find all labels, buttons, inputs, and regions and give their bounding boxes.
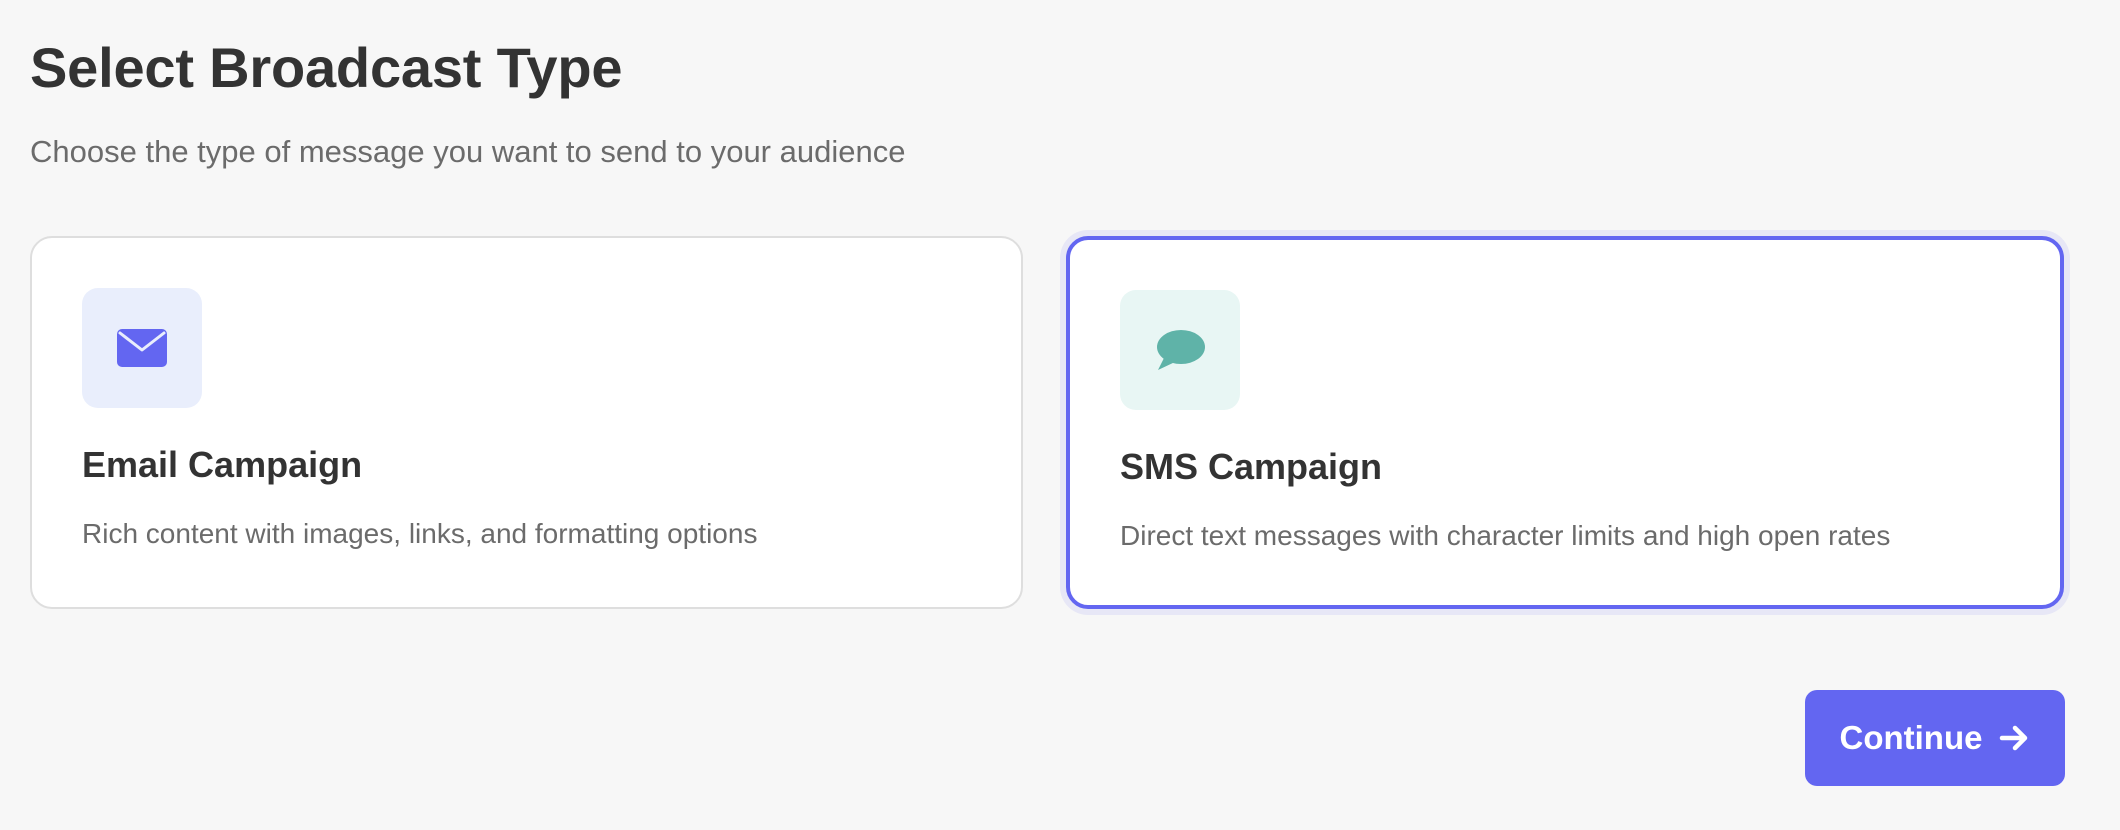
page-subtitle: Choose the type of message you want to s… bbox=[30, 134, 906, 169]
arrow-right-icon bbox=[1998, 722, 2030, 754]
continue-button-label: Continue bbox=[1839, 719, 1983, 756]
continue-button[interactable]: Continue bbox=[1805, 690, 2065, 786]
sms-icon-container bbox=[1120, 290, 1240, 410]
sms-card-description: Direct text messages with character limi… bbox=[1120, 520, 1891, 551]
email-campaign-card[interactable]: Email Campaign Rich content with images,… bbox=[30, 236, 1023, 609]
email-card-title: Email Campaign bbox=[82, 444, 363, 485]
chat-bubble-icon bbox=[1155, 328, 1205, 372]
envelope-icon bbox=[117, 329, 167, 367]
sms-card-title: SMS Campaign bbox=[1120, 446, 1383, 487]
sms-campaign-card[interactable]: SMS Campaign Direct text messages with c… bbox=[1066, 236, 2064, 609]
email-card-description: Rich content with images, links, and for… bbox=[82, 518, 758, 549]
email-icon-container bbox=[82, 288, 202, 408]
page-title: Select Broadcast Type bbox=[30, 36, 623, 99]
